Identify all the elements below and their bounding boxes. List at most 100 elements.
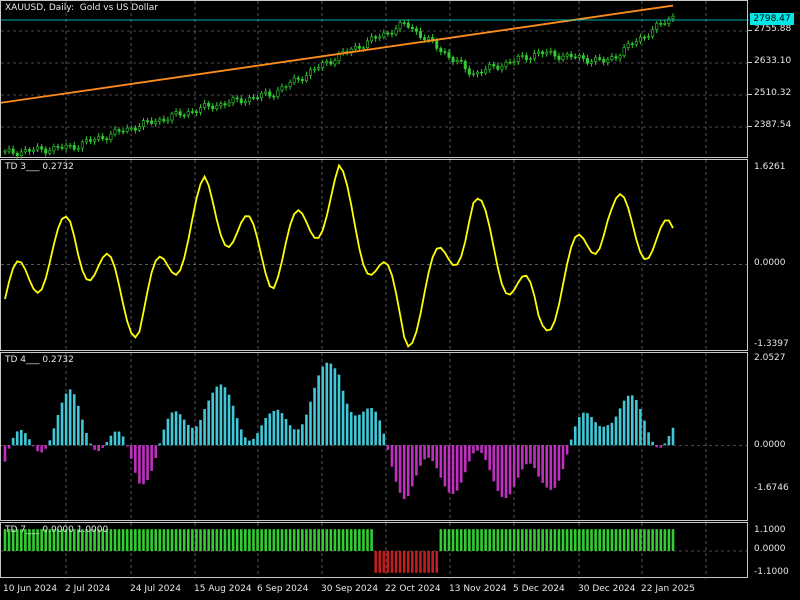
td4-tick-label: 0.0000 (754, 440, 786, 450)
candle-body (321, 62, 325, 68)
td4-bar (195, 426, 198, 446)
td7-bar (512, 529, 516, 551)
td4-bar (296, 429, 300, 446)
td7-bar (488, 529, 492, 551)
candle-body (304, 75, 308, 82)
candle-body (158, 118, 162, 122)
current-price-label: 2798.47 (750, 13, 794, 25)
candle-body (23, 149, 27, 153)
candle-body (398, 22, 402, 30)
candle-body (394, 28, 398, 35)
td7-bar (626, 529, 630, 551)
td7-bar (321, 529, 325, 551)
candle-body (97, 136, 101, 140)
price-pane[interactable]: XAUUSD, Daily: Gold vs US Dollar (0, 0, 749, 159)
td7-bar (557, 529, 561, 551)
td7-bar (276, 529, 280, 551)
candle-body (386, 32, 390, 35)
td7-bar (480, 529, 483, 551)
td7-bar (459, 529, 463, 551)
td7-bar (602, 529, 606, 551)
td4-bar (586, 413, 589, 446)
td4-bar (268, 413, 272, 446)
td7-bar (520, 529, 524, 551)
td7-bar (370, 529, 373, 551)
td7-bar (402, 551, 406, 573)
td7-bar (439, 529, 443, 551)
time-tick-label: 15 Aug 2024 (194, 584, 252, 594)
candle-body (11, 148, 15, 154)
td4-bar (191, 427, 194, 446)
candle-body (533, 53, 537, 60)
candle-body (480, 71, 484, 74)
td7-bar (529, 529, 532, 551)
td7-bar (390, 551, 394, 573)
td7-pane[interactable]: TD 7___ 0.0000 1.0000 (0, 522, 749, 579)
candle-body (251, 97, 255, 99)
candle-body (129, 127, 133, 130)
td4-bar (476, 445, 479, 451)
td4-bar (231, 405, 235, 446)
candle-body (459, 60, 463, 62)
td4-bar (174, 411, 178, 446)
candle-body (211, 105, 215, 110)
time-tick-label: 2 Jul 2024 (65, 584, 111, 594)
td7-bar (150, 529, 153, 551)
td7-bar (537, 529, 540, 551)
td4-bar (578, 417, 581, 446)
td4-bar (598, 426, 601, 446)
td7-bar (643, 529, 646, 551)
td4-bar (36, 445, 39, 452)
candle-body (154, 121, 158, 124)
td7-bar (630, 529, 634, 551)
td3-pane[interactable]: TD 3___ 0.2732 (0, 159, 749, 352)
td4-bar (113, 431, 117, 446)
time-tick-label: 30 Sep 2024 (321, 584, 379, 594)
td7-bar (463, 529, 467, 551)
td7-bar (415, 551, 418, 573)
td4-bar (484, 445, 487, 461)
td4-bar (223, 387, 227, 446)
candle-body (410, 26, 414, 29)
td7-bar (622, 529, 626, 551)
td4-bar (11, 437, 15, 446)
candle-body (64, 145, 68, 149)
candle-body (537, 51, 541, 54)
candle-body (516, 56, 520, 62)
td3-title: TD 3___ 0.2732 (5, 162, 74, 172)
candle-body (427, 37, 431, 40)
candle-body (308, 69, 312, 76)
td4-bar (44, 445, 48, 449)
candle-body (414, 28, 418, 32)
candle-body (80, 141, 84, 149)
td7-bar (260, 529, 263, 551)
td7-bar (606, 529, 610, 551)
td7-bar (635, 529, 638, 551)
candle-body (585, 58, 589, 64)
td3-tick-label: -1.3397 (754, 339, 789, 349)
candle-body (272, 95, 276, 98)
td4-bar (647, 432, 650, 446)
td7-bar (573, 529, 577, 551)
candle-body (170, 113, 174, 121)
td4-pane[interactable]: TD 4___ 0.2732 (0, 352, 749, 522)
td4-bar (610, 422, 614, 446)
td4-bar (309, 401, 312, 446)
td4-bar (48, 440, 52, 446)
candle-body (573, 56, 577, 59)
candle-body (7, 148, 11, 152)
td7-bar (394, 551, 398, 573)
td4-bar (406, 445, 410, 496)
td7-bar (219, 529, 223, 551)
td4-bar (146, 445, 149, 481)
candle-body (553, 50, 557, 57)
candle-body (182, 114, 186, 117)
td4-bar (569, 439, 573, 446)
td7-bar (337, 529, 341, 551)
td4-bar (105, 441, 109, 446)
td7-bar (647, 529, 650, 551)
td4-bar (504, 445, 508, 499)
td4-bar (60, 402, 64, 446)
td7-bar (496, 529, 500, 551)
td7-bar (317, 529, 320, 551)
